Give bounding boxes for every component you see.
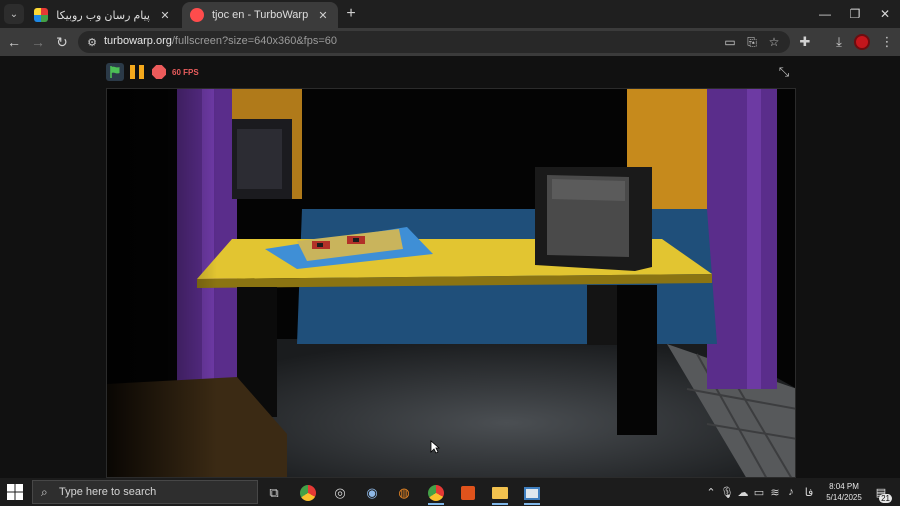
tab-title: tjoc en - TurboWarp [212,9,309,21]
clock-date: 5/14/2025 [826,493,862,502]
tab-strip: ⌄ پیام رسان وب روبیکا ✕ tjoc en - TurboW… [0,0,900,28]
taskbar-clock[interactable]: 8:04 PM 5/14/2025 [824,481,864,503]
wifi-icon[interactable]: ≋ [768,484,782,500]
unity-hub-icon[interactable]: ◎ [328,481,352,505]
steam-icon[interactable]: ◉ [360,481,384,505]
turbowarp-favicon-icon [190,8,204,22]
cast-icon[interactable]: ▭ [722,34,738,50]
menu-kebab-icon[interactable]: ⋮ [878,33,896,51]
bookmark-star-icon[interactable]: ☆ [766,34,782,50]
tab-search-button[interactable]: ⌄ [4,4,24,24]
tab-title: پیام رسان وب روبیکا [56,9,150,22]
game-stage[interactable] [106,88,796,478]
taskbar-search-box[interactable]: ⌕ Type here to search [32,480,258,504]
pause-icon[interactable] [130,65,144,79]
download-icon[interactable]: ⤓ [830,33,848,51]
microphone-icon[interactable]: 🎙 [720,484,734,500]
app-orange-icon[interactable] [456,481,480,505]
onedrive-cloud-icon[interactable]: ☁ [736,484,750,500]
task-view-icon[interactable]: ⧉ [262,481,286,505]
app-window-icon[interactable] [520,481,544,505]
page-content: 60 FPS ⤡ [0,56,900,478]
windows-taskbar: ⌕ Type here to search ⧉ ◎ ◉ ◍ ⌃ 🎙 ☁ ▭ ≋ … [0,478,900,506]
tray-chevron-up-icon[interactable]: ⌃ [704,484,718,500]
player-controls: 60 FPS [106,62,199,82]
reload-icon[interactable]: ↻ [52,32,72,52]
windows-start-icon[interactable] [6,483,24,501]
mouse-cursor-icon [430,440,440,454]
chevron-down-icon: ⌄ [9,8,19,20]
file-explorer-icon[interactable] [488,481,512,505]
forward-icon[interactable]: → [28,32,48,52]
game-scene [107,89,795,477]
url-text: turbowarp.org/fullscreen?size=640x360&fp… [104,35,337,47]
install-icon[interactable]: ⎘ [744,34,760,50]
running-app-indicator [524,503,540,505]
restore-icon[interactable]: ❐ [840,2,870,26]
tab-turbowarp[interactable]: tjoc en - TurboWarp ✕ [182,2,338,28]
search-icon: ⌕ [41,485,48,499]
close-icon[interactable]: ✕ [156,6,174,24]
running-app-indicator [492,503,508,505]
back-icon[interactable]: ← [4,32,24,52]
browser-toolbar: ← → ↻ ⚙ turbowarp.org/fullscreen?size=64… [0,28,900,56]
search-placeholder: Type here to search [59,486,157,498]
chrome-active-icon[interactable] [424,481,448,505]
notification-count: 21 [879,494,892,503]
active-app-indicator [428,503,444,505]
address-bar[interactable]: ⚙ turbowarp.org/fullscreen?size=640x360&… [78,31,790,53]
exit-fullscreen-icon[interactable]: ⤡ [776,64,792,80]
volume-icon[interactable]: ♪ [784,484,798,500]
extensions-icon[interactable]: ✚ [796,33,814,51]
tab-rubika[interactable]: پیام رسان وب روبیکا ✕ [26,2,180,28]
rubika-favicon-icon [34,8,48,22]
minimize-icon[interactable]: — [810,2,840,26]
blender-icon[interactable]: ◍ [392,481,416,505]
close-window-icon[interactable]: ✕ [870,2,900,26]
notification-center-icon[interactable]: ▤ 21 [872,483,892,503]
profile-avatar-icon[interactable] [854,34,870,50]
input-language[interactable]: فا [802,484,816,500]
fps-counter: 60 FPS [172,67,199,77]
green-flag-icon[interactable] [106,63,124,81]
chrome-icon[interactable] [296,481,320,505]
new-tab-icon[interactable]: + [342,5,360,23]
battery-icon[interactable]: ▭ [752,484,766,500]
stop-icon[interactable] [152,65,166,79]
clock-time: 8:04 PM [829,482,859,491]
site-info-icon[interactable]: ⚙ [84,34,100,50]
close-icon[interactable]: ✕ [314,6,332,24]
